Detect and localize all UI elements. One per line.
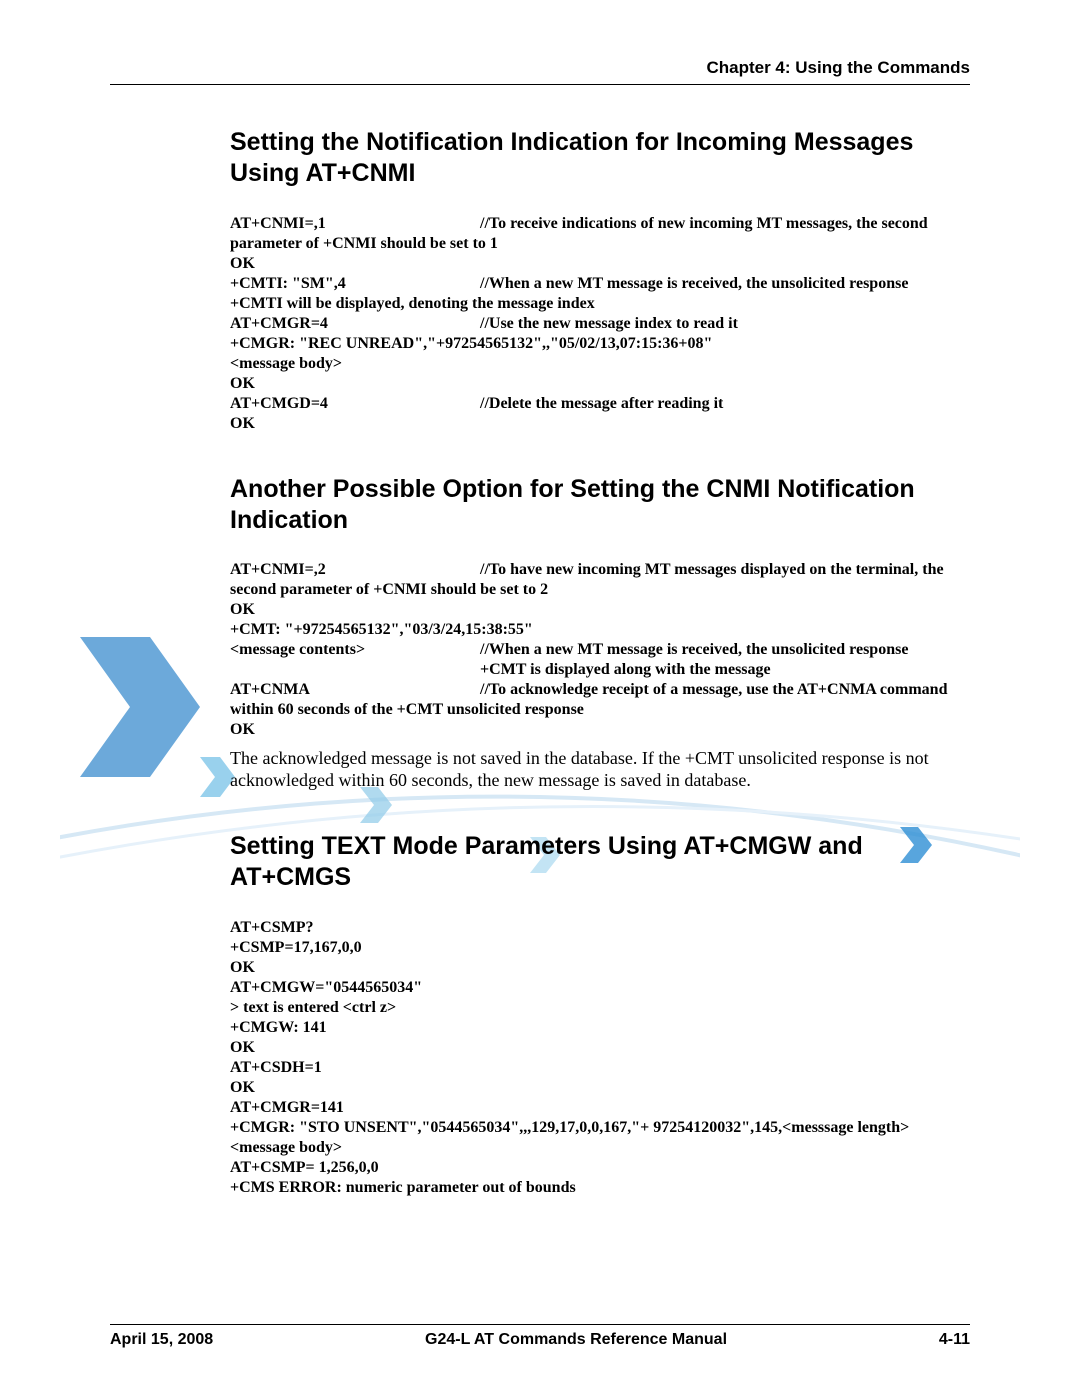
code-line: within 60 seconds of the +CMT unsolicite… <box>230 700 970 720</box>
code-line: OK <box>230 600 970 620</box>
code-line: AT+CNMI=,2 <box>230 560 480 580</box>
code-line: <message contents> <box>230 640 480 660</box>
page-header: Chapter 4: Using the Commands <box>110 58 970 85</box>
code-line: AT+CNMA <box>230 680 480 700</box>
code-line: AT+CMGR=141 <box>230 1098 970 1118</box>
code-comment: //When a new MT message is received, the… <box>480 274 908 294</box>
code-line: AT+CSMP? <box>230 918 970 938</box>
code-line: AT+CMGR=4 <box>230 314 480 334</box>
code-line: OK <box>230 374 970 394</box>
code-comment: //To have new incoming MT messages displ… <box>480 560 944 580</box>
code-line: AT+CMGD=4 <box>230 394 480 414</box>
code-comment: //Use the new message index to read it <box>480 314 738 334</box>
section-title-cnmi: Setting the Notification Indication for … <box>110 127 970 190</box>
code-comment: //To acknowledge receipt of a message, u… <box>480 680 947 700</box>
code-line: > text is entered <ctrl z> <box>230 998 970 1018</box>
code-line: OK <box>230 720 970 740</box>
code-comment: //Delete the message after reading it <box>480 394 723 414</box>
code-line: AT+CMGW="0544565034" <box>230 978 970 998</box>
code-line: +CMGW: 141 <box>230 1018 970 1038</box>
code-line: AT+CSMP= 1,256,0,0 <box>230 1158 970 1178</box>
code-line <box>230 660 480 680</box>
footer-page: 4-11 <box>939 1331 970 1349</box>
code-line: OK <box>230 414 970 434</box>
code-line: OK <box>230 1078 970 1098</box>
page-footer: April 15, 2008 G24-L AT Commands Referen… <box>110 1324 970 1349</box>
code-comment: //To receive indications of new incoming… <box>480 214 928 234</box>
code-line: +CMT: "+97254565132","03/3/24,15:38:55" <box>230 620 970 640</box>
code-line: OK <box>230 958 970 978</box>
code-line: <message body> <box>230 1138 970 1158</box>
code-line: +CMTI will be displayed, denoting the me… <box>230 294 970 314</box>
code-line: OK <box>230 1038 970 1058</box>
code-line: <message body> <box>230 354 970 374</box>
code-line: +CSMP=17,167,0,0 <box>230 938 970 958</box>
section-title-cnmi-alt: Another Possible Option for Setting the … <box>110 474 970 537</box>
code-block-cnmi: AT+CNMI=,1//To receive indications of ne… <box>110 214 970 434</box>
code-line: +CMGR: "STO UNSENT","0544565034",,,129,1… <box>230 1118 970 1138</box>
paragraph-ack: The acknowledged message is not saved in… <box>110 748 970 791</box>
code-line: +CMTI: "SM",4 <box>230 274 480 294</box>
code-line: parameter of +CNMI should be set to 1 <box>230 234 970 254</box>
code-block-cnmi-alt: AT+CNMI=,2//To have new incoming MT mess… <box>110 560 970 740</box>
code-block-text-mode: AT+CSMP? +CSMP=17,167,0,0 OK AT+CMGW="05… <box>110 918 970 1198</box>
code-line: +CMS ERROR: numeric parameter out of bou… <box>230 1178 970 1198</box>
code-comment: +CMT is displayed along with the message <box>480 660 771 680</box>
footer-date: April 15, 2008 <box>110 1331 213 1349</box>
footer-title: G24-L AT Commands Reference Manual <box>425 1331 727 1349</box>
code-line: AT+CNMI=,1 <box>230 214 480 234</box>
section-title-text-mode: Setting TEXT Mode Parameters Using AT+CM… <box>110 831 970 894</box>
code-comment: //When a new MT message is received, the… <box>480 640 908 660</box>
code-line: second parameter of +CNMI should be set … <box>230 580 970 600</box>
code-line: +CMGR: "REC UNREAD","+97254565132",,"05/… <box>230 334 970 354</box>
code-line: AT+CSDH=1 <box>230 1058 970 1078</box>
code-line: OK <box>230 254 970 274</box>
